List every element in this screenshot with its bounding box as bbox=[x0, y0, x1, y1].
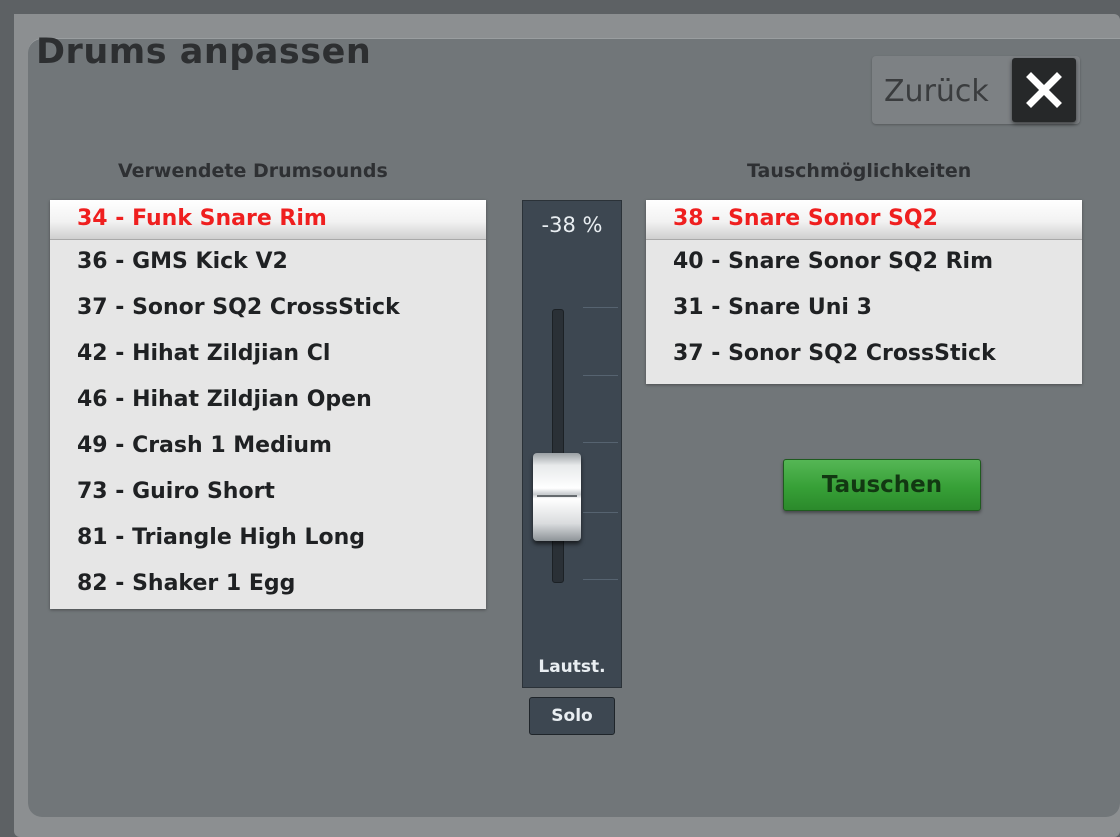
fader-label: Lautst. bbox=[538, 657, 606, 677]
fader-track bbox=[552, 309, 564, 583]
fader-tick bbox=[583, 579, 618, 580]
list-item[interactable]: 34 - Funk Snare Rim bbox=[50, 200, 486, 240]
fader-tick bbox=[583, 375, 618, 376]
fader-value: -38 % bbox=[541, 213, 603, 237]
fader-knob-line bbox=[537, 495, 577, 497]
list-item[interactable]: 40 - Snare Sonor SQ2 Rim bbox=[646, 240, 1082, 286]
list-item[interactable]: 49 - Crash 1 Medium bbox=[50, 424, 486, 470]
fader-knob[interactable] bbox=[533, 453, 581, 541]
swap-button[interactable]: Tauschen bbox=[783, 459, 981, 511]
list-item[interactable]: 37 - Sonor SQ2 CrossStick bbox=[50, 286, 486, 332]
list-item[interactable]: 42 - Hihat Zildjian Cl bbox=[50, 332, 486, 378]
back-button[interactable]: Zurück bbox=[872, 56, 1080, 124]
list-item[interactable]: 37 - Sonor SQ2 CrossStick bbox=[646, 332, 1082, 378]
window-frame: Drums anpassen Zurück Verwendete Drumsou… bbox=[0, 0, 1120, 837]
close-icon[interactable] bbox=[1012, 58, 1076, 122]
list-item[interactable]: 81 - Triangle High Long bbox=[50, 516, 486, 562]
swap-options-heading: Tauschmöglichkeiten bbox=[747, 160, 972, 182]
list-item[interactable]: 31 - Snare Uni 3 bbox=[646, 286, 1082, 332]
volume-fader[interactable]: -38 % Lautst. bbox=[522, 200, 622, 688]
list-item[interactable]: 38 - Snare Sonor SQ2 bbox=[646, 200, 1082, 240]
list-item[interactable]: 46 - Hihat Zildjian Open bbox=[50, 378, 486, 424]
page-title: Drums anpassen bbox=[36, 32, 372, 72]
solo-button[interactable]: Solo bbox=[529, 697, 615, 735]
fader-tick bbox=[583, 512, 618, 513]
used-drumsounds-heading: Verwendete Drumsounds bbox=[118, 160, 388, 182]
list-item[interactable]: 82 - Shaker 1 Egg bbox=[50, 562, 486, 608]
list-item[interactable]: 73 - Guiro Short bbox=[50, 470, 486, 516]
swap-options-list: 38 - Snare Sonor SQ2 40 - Snare Sonor SQ2… bbox=[646, 200, 1082, 384]
fader-tick bbox=[583, 442, 618, 443]
fader-tick bbox=[583, 307, 618, 308]
back-label: Zurück bbox=[884, 74, 989, 109]
used-drumsounds-list: 34 - Funk Snare Rim 36 - GMS Kick V2 37 - … bbox=[50, 200, 486, 609]
list-item[interactable]: 36 - GMS Kick V2 bbox=[50, 240, 486, 286]
